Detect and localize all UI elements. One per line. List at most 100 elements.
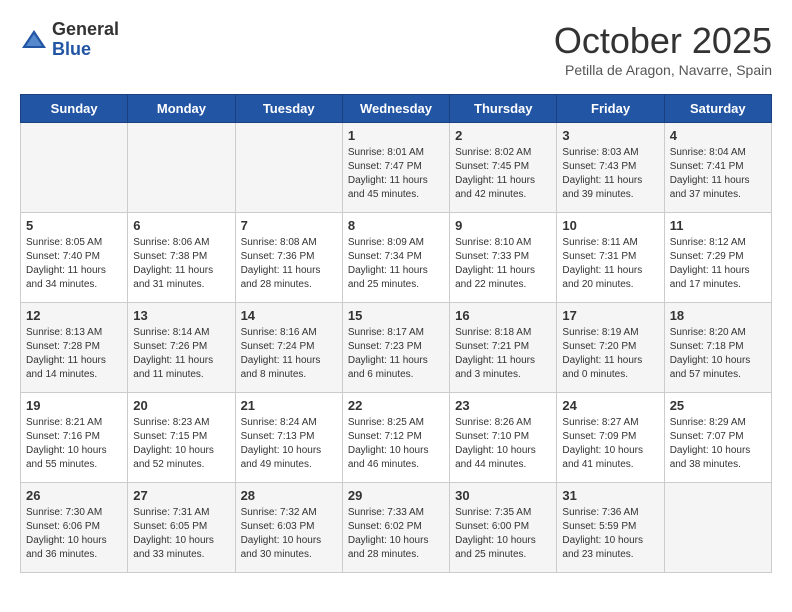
calendar-cell: 30 Sunrise: 7:35 AM Sunset: 6:00 PM Dayli… <box>450 483 557 573</box>
cell-info: Sunrise: 8:24 AM Sunset: 7:13 PM Dayligh… <box>241 416 337 472</box>
day-number: 29 <box>348 488 444 503</box>
day-number: 31 <box>562 488 658 503</box>
cell-info: Sunrise: 8:12 AM Sunset: 7:29 PM Dayligh… <box>670 236 766 292</box>
week-row-3: 12 Sunrise: 8:13 AM Sunset: 7:28 PM Dayli… <box>21 303 772 393</box>
cell-info: Sunrise: 8:01 AM Sunset: 7:47 PM Dayligh… <box>348 146 444 202</box>
calendar-cell: 3Sunrise: 8:03 AM Sunset: 7:43 PM Daylig… <box>557 123 664 213</box>
cell-info: Sunrise: 8:14 AM Sunset: 7:26 PM Dayligh… <box>133 326 229 382</box>
calendar-cell <box>128 123 235 213</box>
calendar-cell: 7 Sunrise: 8:08 AM Sunset: 7:36 PM Daylig… <box>235 213 342 303</box>
calendar-cell: 23Sunrise: 8:26 AM Sunset: 7:10 PM Dayli… <box>450 393 557 483</box>
week-row-5: 26 Sunrise: 7:30 AM Sunset: 6:06 PM Dayli… <box>21 483 772 573</box>
day-number: 22 <box>348 398 444 413</box>
calendar-cell <box>21 123 128 213</box>
cell-info: Sunrise: 8:25 AM Sunset: 7:12 PM Dayligh… <box>348 416 444 472</box>
calendar-cell: 11 Sunrise: 8:12 AM Sunset: 7:29 PM Dayli… <box>664 213 771 303</box>
calendar-cell: 6 Sunrise: 8:06 AM Sunset: 7:38 PM Daylig… <box>128 213 235 303</box>
day-number: 7 <box>241 218 337 233</box>
week-row-4: 19 Sunrise: 8:21 AM Sunset: 7:16 PM Dayli… <box>21 393 772 483</box>
calendar-cell: 24Sunrise: 8:27 AM Sunset: 7:09 PM Dayli… <box>557 393 664 483</box>
day-number: 11 <box>670 218 766 233</box>
day-number: 18 <box>670 308 766 323</box>
week-row-2: 5 Sunrise: 8:05 AM Sunset: 7:40 PM Daylig… <box>21 213 772 303</box>
location-text: Petilla de Aragon, Navarre, Spain <box>554 62 772 78</box>
cell-info: Sunrise: 7:35 AM Sunset: 6:00 PM Dayligh… <box>455 506 551 562</box>
calendar-cell <box>664 483 771 573</box>
calendar-table: SundayMondayTuesdayWednesdayThursdayFrid… <box>20 94 772 573</box>
calendar-cell <box>235 123 342 213</box>
calendar-cell: 19 Sunrise: 8:21 AM Sunset: 7:16 PM Dayli… <box>21 393 128 483</box>
day-number: 21 <box>241 398 337 413</box>
cell-info: Sunrise: 8:16 AM Sunset: 7:24 PM Dayligh… <box>241 326 337 382</box>
calendar-cell: 22 Sunrise: 8:25 AM Sunset: 7:12 PM Dayli… <box>342 393 449 483</box>
calendar-cell: 28Sunrise: 7:32 AM Sunset: 6:03 PM Dayli… <box>235 483 342 573</box>
day-header-saturday: Saturday <box>664 95 771 123</box>
cell-info: Sunrise: 8:13 AM Sunset: 7:28 PM Dayligh… <box>26 326 122 382</box>
cell-info: Sunrise: 8:05 AM Sunset: 7:40 PM Dayligh… <box>26 236 122 292</box>
cell-info: Sunrise: 8:09 AM Sunset: 7:34 PM Dayligh… <box>348 236 444 292</box>
calendar-cell: 5 Sunrise: 8:05 AM Sunset: 7:40 PM Daylig… <box>21 213 128 303</box>
calendar-cell: 13 Sunrise: 8:14 AM Sunset: 7:26 PM Dayli… <box>128 303 235 393</box>
calendar-cell: 27Sunrise: 7:31 AM Sunset: 6:05 PM Dayli… <box>128 483 235 573</box>
day-number: 30 <box>455 488 551 503</box>
week-row-1: 1Sunrise: 8:01 AM Sunset: 7:47 PM Daylig… <box>21 123 772 213</box>
day-number: 17 <box>562 308 658 323</box>
calendar-cell: 2 Sunrise: 8:02 AM Sunset: 7:45 PM Daylig… <box>450 123 557 213</box>
cell-info: Sunrise: 8:19 AM Sunset: 7:20 PM Dayligh… <box>562 326 658 382</box>
day-number: 2 <box>455 128 551 143</box>
day-number: 14 <box>241 308 337 323</box>
day-header-tuesday: Tuesday <box>235 95 342 123</box>
calendar-cell: 20 Sunrise: 8:23 AM Sunset: 7:15 PM Dayli… <box>128 393 235 483</box>
calendar-cell: 17 Sunrise: 8:19 AM Sunset: 7:20 PM Dayli… <box>557 303 664 393</box>
day-number: 12 <box>26 308 122 323</box>
cell-info: Sunrise: 8:23 AM Sunset: 7:15 PM Dayligh… <box>133 416 229 472</box>
day-number: 8 <box>348 218 444 233</box>
cell-info: Sunrise: 8:11 AM Sunset: 7:31 PM Dayligh… <box>562 236 658 292</box>
cell-info: Sunrise: 7:30 AM Sunset: 6:06 PM Dayligh… <box>26 506 122 562</box>
cell-info: Sunrise: 8:06 AM Sunset: 7:38 PM Dayligh… <box>133 236 229 292</box>
calendar-cell: 12 Sunrise: 8:13 AM Sunset: 7:28 PM Dayli… <box>21 303 128 393</box>
calendar-cell: 9Sunrise: 8:10 AM Sunset: 7:33 PM Daylig… <box>450 213 557 303</box>
calendar-cell: 14 Sunrise: 8:16 AM Sunset: 7:24 PM Dayli… <box>235 303 342 393</box>
calendar-cell: 8 Sunrise: 8:09 AM Sunset: 7:34 PM Daylig… <box>342 213 449 303</box>
calendar-cell: 4 Sunrise: 8:04 AM Sunset: 7:41 PM Daylig… <box>664 123 771 213</box>
cell-info: Sunrise: 7:31 AM Sunset: 6:05 PM Dayligh… <box>133 506 229 562</box>
day-number: 25 <box>670 398 766 413</box>
calendar-cell: 18Sunrise: 8:20 AM Sunset: 7:18 PM Dayli… <box>664 303 771 393</box>
day-header-monday: Monday <box>128 95 235 123</box>
calendar-cell: 26 Sunrise: 7:30 AM Sunset: 6:06 PM Dayli… <box>21 483 128 573</box>
month-title: October 2025 <box>554 20 772 62</box>
cell-info: Sunrise: 8:17 AM Sunset: 7:23 PM Dayligh… <box>348 326 444 382</box>
calendar-cell: 21 Sunrise: 8:24 AM Sunset: 7:13 PM Dayli… <box>235 393 342 483</box>
cell-info: Sunrise: 8:10 AM Sunset: 7:33 PM Dayligh… <box>455 236 551 292</box>
day-header-thursday: Thursday <box>450 95 557 123</box>
calendar-cell: 10Sunrise: 8:11 AM Sunset: 7:31 PM Dayli… <box>557 213 664 303</box>
day-number: 20 <box>133 398 229 413</box>
day-number: 4 <box>670 128 766 143</box>
day-number: 16 <box>455 308 551 323</box>
cell-info: Sunrise: 7:33 AM Sunset: 6:02 PM Dayligh… <box>348 506 444 562</box>
day-number: 19 <box>26 398 122 413</box>
cell-info: Sunrise: 8:21 AM Sunset: 7:16 PM Dayligh… <box>26 416 122 472</box>
logo-icon <box>20 26 48 54</box>
cell-info: Sunrise: 7:36 AM Sunset: 5:59 PM Dayligh… <box>562 506 658 562</box>
day-header-sunday: Sunday <box>21 95 128 123</box>
calendar-cell: 1Sunrise: 8:01 AM Sunset: 7:47 PM Daylig… <box>342 123 449 213</box>
day-number: 26 <box>26 488 122 503</box>
day-number: 24 <box>562 398 658 413</box>
title-block: October 2025 Petilla de Aragon, Navarre,… <box>554 20 772 78</box>
calendar-cell: 25Sunrise: 8:29 AM Sunset: 7:07 PM Dayli… <box>664 393 771 483</box>
page-header: General Blue October 2025 Petilla de Ara… <box>20 20 772 78</box>
cell-info: Sunrise: 8:04 AM Sunset: 7:41 PM Dayligh… <box>670 146 766 202</box>
calendar-cell: 29 Sunrise: 7:33 AM Sunset: 6:02 PM Dayli… <box>342 483 449 573</box>
logo: General Blue <box>20 20 119 60</box>
cell-info: Sunrise: 8:08 AM Sunset: 7:36 PM Dayligh… <box>241 236 337 292</box>
day-number: 5 <box>26 218 122 233</box>
logo-general-text: General <box>52 19 119 39</box>
day-number: 15 <box>348 308 444 323</box>
day-number: 6 <box>133 218 229 233</box>
cell-info: Sunrise: 8:02 AM Sunset: 7:45 PM Dayligh… <box>455 146 551 202</box>
logo-blue-text: Blue <box>52 39 91 59</box>
day-number: 13 <box>133 308 229 323</box>
calendar-cell: 15 Sunrise: 8:17 AM Sunset: 7:23 PM Dayli… <box>342 303 449 393</box>
